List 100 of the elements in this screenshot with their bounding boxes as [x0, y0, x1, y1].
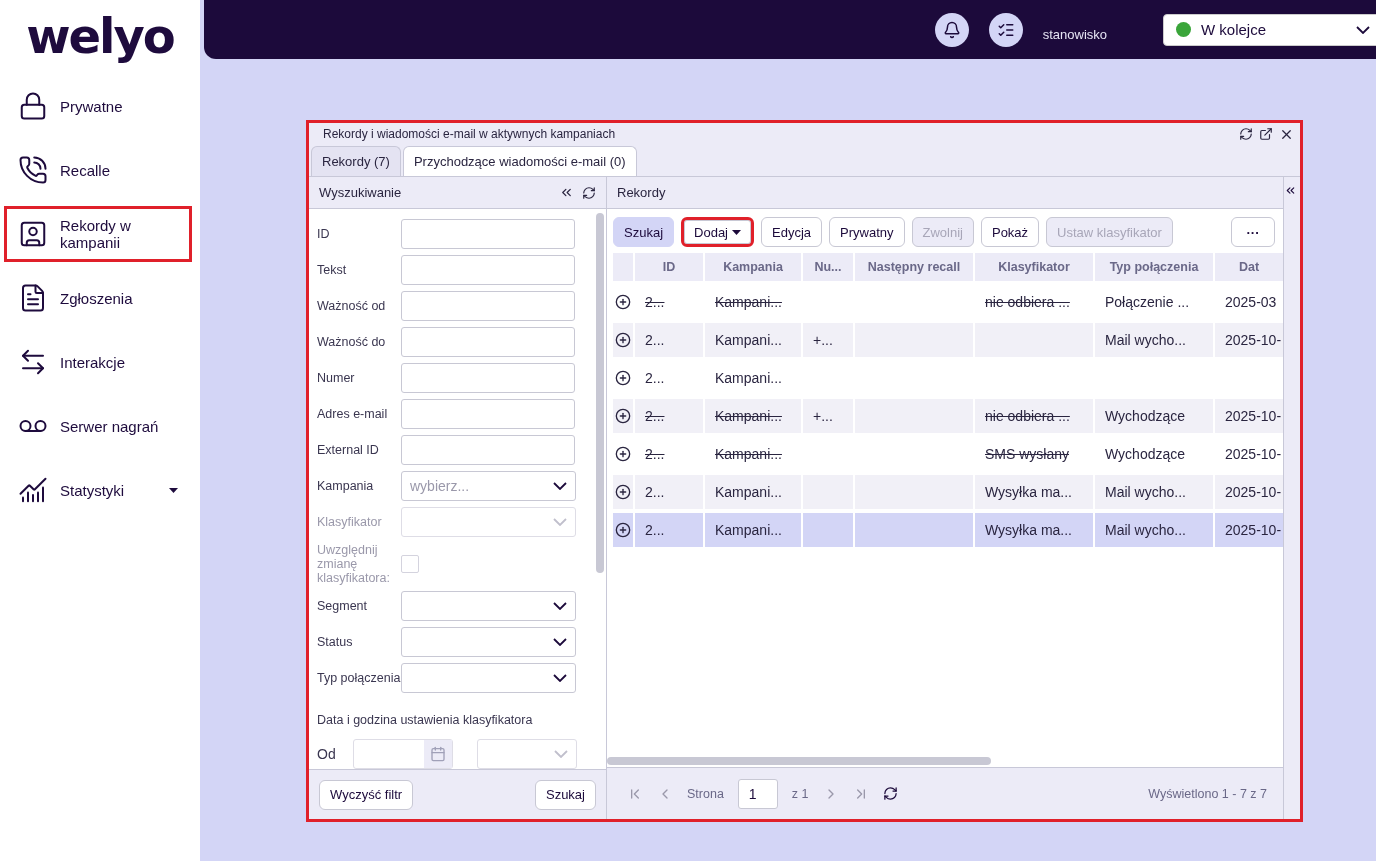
- table-cell: 2...: [635, 399, 703, 433]
- person-icon: [18, 219, 48, 249]
- refresh-icon[interactable]: [582, 185, 596, 200]
- logo: welyo: [26, 10, 174, 66]
- chevron-icon: [553, 674, 567, 682]
- chevron-icon: [1356, 25, 1370, 34]
- sidebar-item[interactable]: Prywatne: [4, 78, 192, 134]
- toolbar-button[interactable]: Pokaż: [980, 217, 1040, 247]
- select-field[interactable]: [401, 507, 576, 537]
- text-field[interactable]: [401, 219, 575, 249]
- scrollbar[interactable]: [596, 213, 604, 573]
- table-cell: Wysyłka ma...: [975, 475, 1093, 509]
- chevron-icon: [554, 750, 568, 758]
- page-count: z 1: [791, 786, 809, 801]
- text-field[interactable]: [401, 399, 575, 429]
- records-summary: Wyświetlono 1 - 7 z 7: [1148, 786, 1267, 801]
- chevron-icon: [553, 638, 567, 646]
- page-label: Strona: [687, 786, 724, 801]
- refresh-icon: [882, 786, 898, 801]
- expand-icon[interactable]: [615, 484, 631, 500]
- field-label: Numer: [317, 371, 356, 385]
- expand-icon[interactable]: [615, 446, 631, 462]
- text-field[interactable]: [401, 255, 575, 285]
- text-field[interactable]: [401, 327, 575, 357]
- select-field[interactable]: [401, 663, 576, 693]
- table-cell: 2025-10-: [1215, 475, 1283, 509]
- filter-button[interactable]: Wyczyść filtr: [319, 779, 414, 810]
- refresh-button[interactable]: [882, 786, 898, 801]
- status-dropdown[interactable]: W kolejce: [1163, 13, 1376, 46]
- toolbar-button[interactable]: Prywatny: [829, 217, 905, 247]
- toolbar-button[interactable]: Edycja: [761, 217, 823, 247]
- text-field[interactable]: [401, 435, 575, 465]
- table-cell: nie odbiera ...: [975, 399, 1093, 433]
- table-cell: Kampani...: [705, 513, 801, 547]
- sidebar-item[interactable]: Zgłoszenia: [4, 270, 192, 326]
- column-header[interactable]: Dat: [1215, 253, 1283, 281]
- table-cell: 2025-10-: [1215, 513, 1283, 547]
- lock-icon: [18, 91, 48, 121]
- panel-title: Wyszukiwanie: [319, 185, 403, 200]
- text-field[interactable]: [401, 363, 575, 393]
- column-header[interactable]: Kampania: [705, 253, 801, 281]
- toolbar-button[interactable]: Dodaj: [681, 217, 754, 247]
- select-field[interactable]: [401, 627, 576, 657]
- calendar-icon[interactable]: [430, 746, 446, 762]
- text-field[interactable]: [401, 291, 575, 321]
- column-header[interactable]: Klasyfikator: [975, 253, 1093, 281]
- filter-button[interactable]: Szukaj: [534, 779, 596, 810]
- table-cell: Mail wycho...: [1095, 323, 1213, 357]
- tab[interactable]: Rekordy (7): [311, 146, 401, 176]
- expand-icon[interactable]: [615, 294, 631, 310]
- field-label: ID: [317, 227, 331, 241]
- chevron-icon: [553, 602, 567, 610]
- date-field[interactable]: [353, 739, 453, 769]
- expand-icon[interactable]: [615, 522, 631, 538]
- sidebar-item[interactable]: Serwer nagrań: [4, 398, 192, 454]
- table-cell: Mail wycho...: [1095, 475, 1213, 509]
- toolbar-button[interactable]: Szukaj: [613, 217, 675, 247]
- more-button[interactable]: ···: [1231, 217, 1275, 247]
- field-label: Typ połączenia: [317, 671, 401, 685]
- column-header[interactable]: Następny recall: [855, 253, 973, 281]
- date-label: Od: [317, 746, 337, 762]
- refresh-icon[interactable]: [1239, 126, 1253, 141]
- collapse-icon[interactable]: [1284, 184, 1297, 197]
- chevron-icon: [553, 482, 567, 490]
- column-header[interactable]: Typ połączenia: [1095, 253, 1213, 281]
- table-cell: Kampani...: [705, 323, 801, 357]
- field-label: Ważność od: [317, 299, 387, 313]
- field-label: Segment: [317, 599, 369, 613]
- select-field[interactable]: [401, 591, 576, 621]
- sidebar-item[interactable]: Interakcje: [4, 334, 192, 390]
- page-field[interactable]: 1: [737, 778, 778, 809]
- chevron-icon: [553, 518, 567, 526]
- field-label: Klasyfikator: [317, 515, 383, 529]
- bell-icon: [942, 20, 961, 39]
- table-cell: 2025-10-: [1215, 399, 1283, 433]
- expand-icon[interactable]: [615, 370, 631, 386]
- table-cell: Wychodzące: [1095, 399, 1213, 433]
- table-cell: [803, 513, 853, 547]
- tab[interactable]: Przychodzące wiadomości e-mail (0): [402, 146, 637, 176]
- phone-icon: [18, 155, 48, 185]
- workstation-label: stanowisko: [1042, 27, 1107, 42]
- table-cell: +...: [803, 323, 853, 357]
- time-select[interactable]: [477, 739, 577, 769]
- sidebar-item[interactable]: Statystyki: [4, 462, 192, 518]
- sidebar-item[interactable]: Recalle: [4, 142, 192, 198]
- popout-icon[interactable]: [1259, 126, 1273, 141]
- field-label: Kampania: [317, 479, 375, 493]
- column-header[interactable]: Nu...: [803, 253, 853, 281]
- sidebar-item[interactable]: Rekordy w kampanii: [4, 206, 192, 262]
- table-cell: Kampani...: [705, 475, 801, 509]
- expand-icon[interactable]: [615, 332, 631, 348]
- chart-icon: [18, 475, 48, 505]
- table-cell: Kampani...: [705, 399, 801, 433]
- field-label: External ID: [317, 443, 380, 457]
- column-header[interactable]: ID: [635, 253, 703, 281]
- table-cell: 2025-10-: [1215, 323, 1283, 357]
- notifications-button[interactable]: [934, 12, 969, 47]
- list-button[interactable]: [988, 12, 1023, 47]
- scrollbar[interactable]: [607, 757, 991, 765]
- expand-icon[interactable]: [615, 408, 631, 424]
